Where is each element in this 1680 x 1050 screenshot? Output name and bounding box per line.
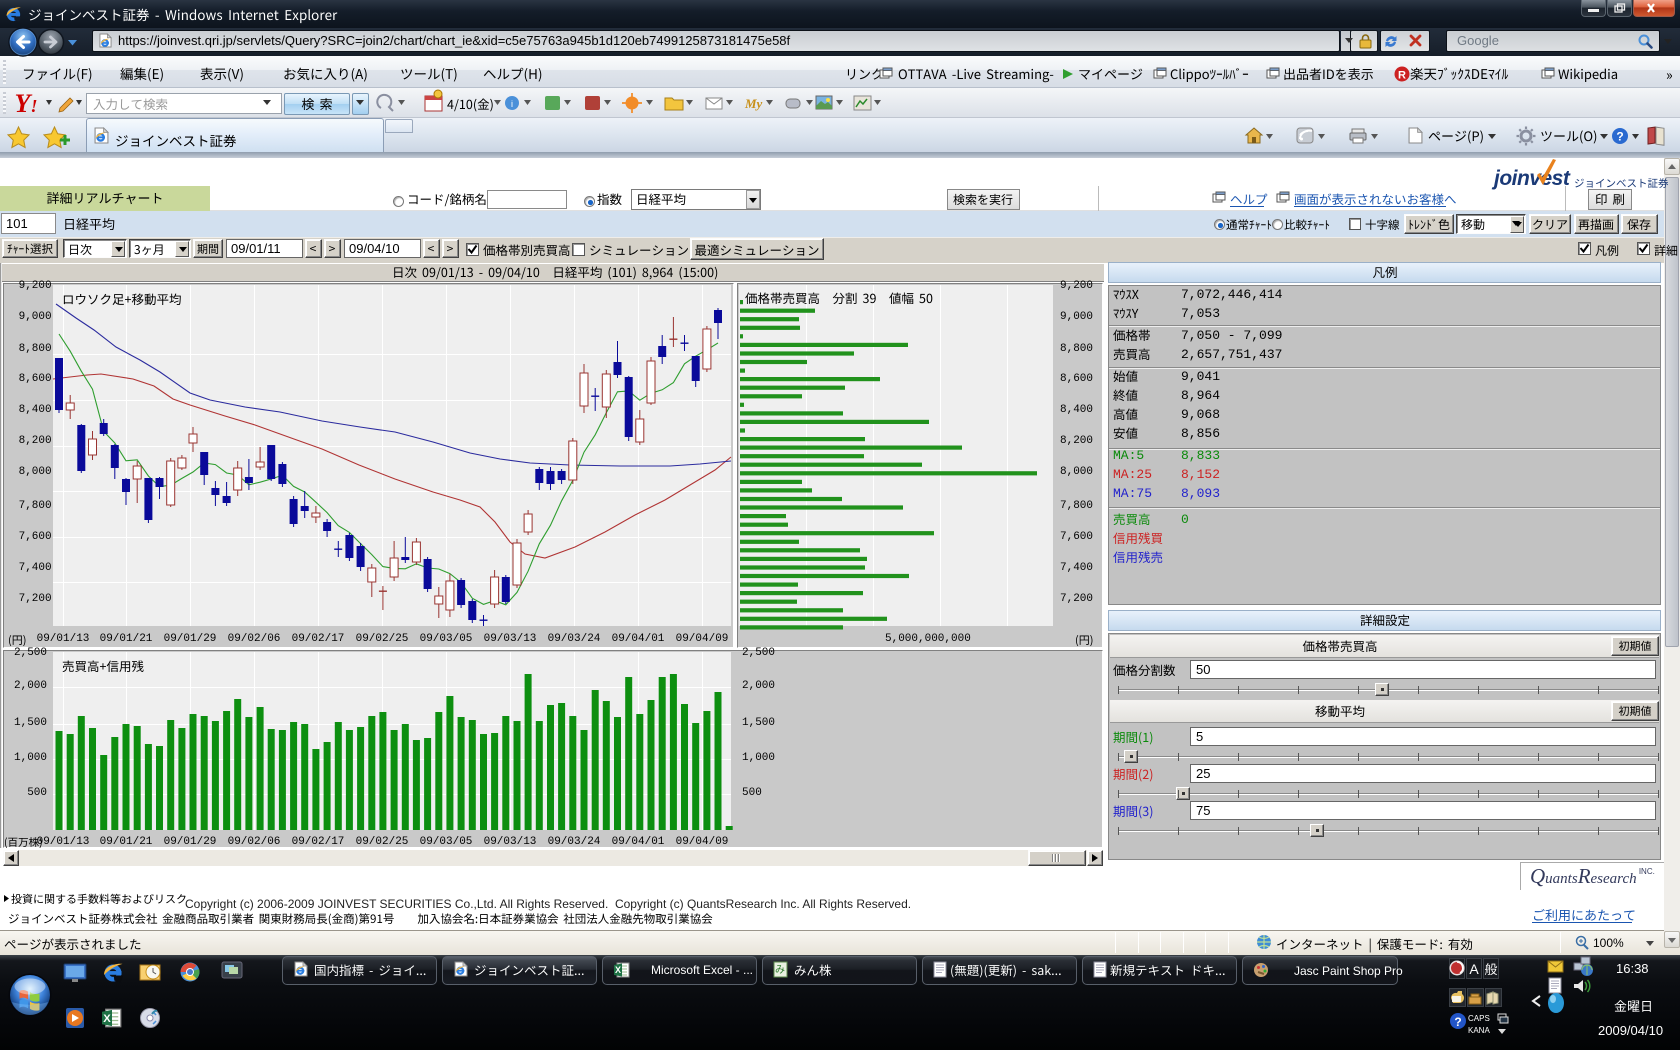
svg-text:R: R <box>1398 70 1406 82</box>
svg-text:?: ? <box>1616 130 1623 144</box>
svg-text:み: み <box>775 965 785 976</box>
svg-text:Y!: Y! <box>15 89 38 118</box>
svg-text:joinvest: joinvest <box>1491 167 1571 190</box>
svg-text:i: i <box>511 99 513 109</box>
svg-text:X: X <box>615 965 621 975</box>
svg-text:X: X <box>103 1013 111 1025</box>
svg-text:My: My <box>744 96 763 111</box>
svg-text:A: A <box>1469 961 1479 977</box>
svg-text:?: ? <box>1454 1015 1461 1029</box>
